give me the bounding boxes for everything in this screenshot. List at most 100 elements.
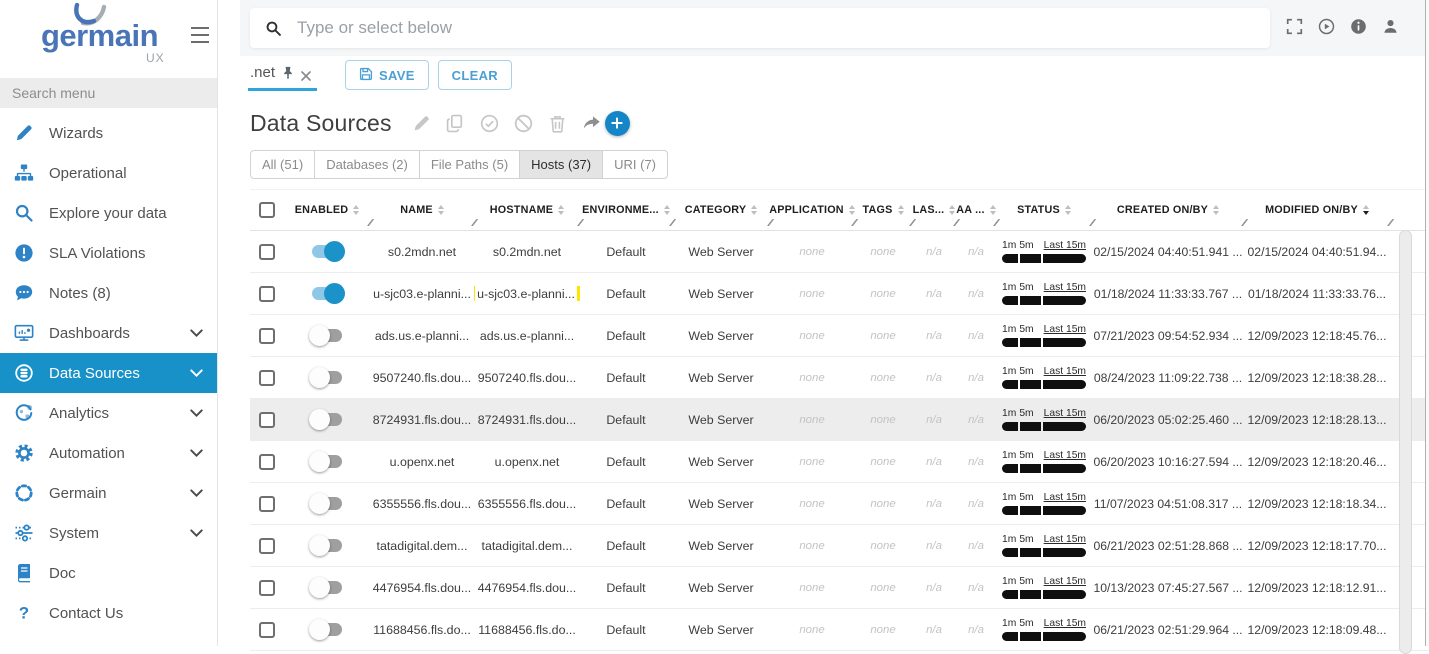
- edit-button[interactable]: [412, 114, 431, 133]
- sort-icon[interactable]: [558, 205, 564, 216]
- column-header-aa[interactable]: AA ...∕∕: [956, 190, 996, 230]
- table-row[interactable]: u-sjc03.e-planni...u-sjc03.e-planni...De…: [250, 273, 1429, 315]
- delete-button[interactable]: [548, 114, 567, 133]
- tab-uri-7[interactable]: URI (7): [602, 150, 668, 179]
- close-icon[interactable]: [301, 68, 311, 78]
- table-row[interactable]: s0.2mdn.nets0.2mdn.netDefaultWeb Servern…: [250, 231, 1429, 273]
- global-search[interactable]: [250, 8, 1270, 48]
- sort-icon[interactable]: [751, 205, 757, 216]
- enabled-toggle[interactable]: [312, 539, 342, 552]
- row-checkbox[interactable]: [259, 328, 275, 344]
- row-checkbox[interactable]: [259, 286, 275, 302]
- table-row[interactable]: 9507240.fls.dou...9507240.fls.dou...Defa…: [250, 357, 1429, 399]
- tab-hosts-37[interactable]: Hosts (37): [519, 150, 603, 179]
- enabled-toggle[interactable]: [312, 581, 342, 594]
- tags-cell: none: [854, 273, 912, 314]
- row-checkbox[interactable]: [259, 580, 275, 596]
- row-checkbox[interactable]: [259, 496, 275, 512]
- menu-toggle-icon[interactable]: [188, 25, 212, 45]
- sidebar-item-operational[interactable]: Operational: [0, 153, 217, 193]
- table-row[interactable]: 4476954.fls.dou...4476954.fls.dou...Defa…: [250, 567, 1429, 609]
- info-icon: [1350, 18, 1367, 35]
- sidebar-item-contact-us[interactable]: ?Contact Us: [0, 593, 217, 633]
- pin-icon[interactable]: [282, 66, 294, 80]
- save-button[interactable]: SAVE: [345, 60, 429, 90]
- sort-icon[interactable]: [353, 205, 359, 216]
- sidebar-item-wizards[interactable]: Wizards: [0, 113, 217, 153]
- share-button[interactable]: [582, 114, 601, 133]
- approve-button[interactable]: [480, 114, 499, 133]
- row-checkbox[interactable]: [259, 538, 275, 554]
- user-button[interactable]: [1382, 18, 1399, 35]
- sort-icon[interactable]: [1213, 205, 1219, 216]
- filter-chip-net[interactable]: .net: [248, 59, 317, 91]
- global-search-input[interactable]: [295, 17, 1255, 39]
- tab-file-paths-5[interactable]: File Paths (5): [419, 150, 520, 179]
- status-cell: 1m5mLast 15m: [996, 315, 1092, 356]
- row-checkbox[interactable]: [259, 622, 275, 638]
- enabled-toggle[interactable]: [312, 455, 342, 468]
- sort-icon[interactable]: [1065, 205, 1071, 216]
- row-checkbox[interactable]: [259, 412, 275, 428]
- application-cell: none: [770, 567, 854, 608]
- enabled-toggle[interactable]: [312, 329, 342, 342]
- table-row[interactable]: ads.us.e-planni...ads.us.e-planni...Defa…: [250, 315, 1429, 357]
- column-header-tags[interactable]: TAGS∕∕: [854, 190, 912, 230]
- add-data-source-button[interactable]: [605, 111, 630, 136]
- sidebar-item-dashboards[interactable]: Dashboards: [0, 313, 217, 353]
- table-scrollbar[interactable]: [1399, 230, 1412, 654]
- sidebar-item-explore-your-data[interactable]: Explore your data: [0, 193, 217, 233]
- column-header-enabled[interactable]: ENABLED∕∕: [284, 190, 370, 230]
- sidebar-item-automation[interactable]: Automation: [0, 433, 217, 473]
- tab-databases-2[interactable]: Databases (2): [314, 150, 420, 179]
- disable-button[interactable]: [514, 114, 533, 133]
- column-header-category[interactable]: CATEGORY∕∕: [672, 190, 770, 230]
- enabled-toggle[interactable]: [312, 287, 342, 300]
- column-header-environment[interactable]: ENVIRONME...∕∕: [580, 190, 672, 230]
- copy-button[interactable]: [446, 114, 465, 133]
- fullscreen-button[interactable]: [1286, 18, 1303, 35]
- column-header-created[interactable]: CREATED ON/BY∕∕: [1092, 190, 1244, 230]
- sort-icon[interactable]: [1363, 205, 1369, 216]
- modified-cell: 12/09/2023 12:18:09.48...: [1244, 609, 1390, 650]
- table-row[interactable]: tatadigital.dem...tatadigital.dem...Defa…: [250, 525, 1429, 567]
- sidebar-item-system[interactable]: System: [0, 513, 217, 553]
- select-cell: [250, 231, 284, 272]
- enabled-toggle[interactable]: [312, 413, 342, 426]
- row-checkbox[interactable]: [259, 454, 275, 470]
- select-all-checkbox[interactable]: [259, 202, 275, 218]
- brand-logo[interactable]: germain UX: [0, 0, 217, 70]
- enabled-toggle[interactable]: [312, 623, 342, 636]
- sort-icon[interactable]: [898, 205, 904, 216]
- sort-icon[interactable]: [664, 205, 670, 216]
- column-header-status[interactable]: STATUS∕∕: [996, 190, 1092, 230]
- enabled-toggle[interactable]: [312, 245, 342, 258]
- info-button[interactable]: [1350, 18, 1367, 35]
- sidebar-search-input[interactable]: [0, 78, 217, 108]
- sidebar-item-notes[interactable]: Notes (8): [0, 273, 217, 313]
- column-header-hostname[interactable]: HOSTNAME∕∕: [474, 190, 580, 230]
- table-row[interactable]: u.openx.netu.openx.netDefaultWeb Servern…: [250, 441, 1429, 483]
- sort-icon[interactable]: [990, 205, 996, 216]
- row-checkbox[interactable]: [259, 370, 275, 386]
- sidebar-item-data-sources[interactable]: Data Sources: [0, 353, 217, 393]
- sidebar-item-sla-violations[interactable]: SLA Violations: [0, 233, 217, 273]
- enabled-toggle[interactable]: [312, 497, 342, 510]
- row-checkbox[interactable]: [259, 244, 275, 260]
- sidebar-item-germain[interactable]: Germain: [0, 473, 217, 513]
- column-header-las[interactable]: LAS...∕∕: [912, 190, 956, 230]
- sidebar-item-doc[interactable]: Doc: [0, 553, 217, 593]
- column-header-modified[interactable]: MODIFIED ON/BY∕∕: [1244, 190, 1390, 230]
- clear-button[interactable]: CLEAR: [438, 60, 512, 90]
- sort-icon[interactable]: [438, 205, 444, 216]
- enabled-toggle[interactable]: [312, 371, 342, 384]
- tab-all-51[interactable]: All (51): [250, 150, 315, 179]
- table-row[interactable]: 6355556.fls.dou...6355556.fls.dou...Defa…: [250, 483, 1429, 525]
- table-row[interactable]: 8724931.fls.dou...8724931.fls.dou...Defa…: [250, 399, 1429, 441]
- column-header-application[interactable]: APPLICATION∕∕: [770, 190, 854, 230]
- sidebar-item-analytics[interactable]: Analytics: [0, 393, 217, 433]
- table-row[interactable]: 11688456.fls.do...11688456.fls.do...Defa…: [250, 609, 1429, 651]
- play-button[interactable]: [1318, 18, 1335, 35]
- sort-icon[interactable]: [949, 205, 955, 216]
- column-header-name[interactable]: NAME∕∕: [370, 190, 474, 230]
